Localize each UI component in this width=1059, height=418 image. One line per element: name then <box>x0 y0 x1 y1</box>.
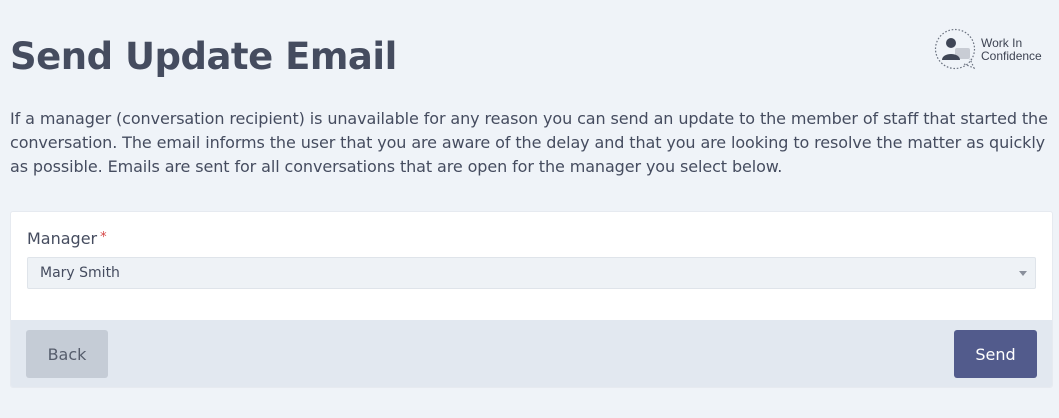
logo-text: Work In Confidence <box>981 37 1042 63</box>
manager-select[interactable]: Mary Smith <box>27 257 1036 289</box>
work-in-confidence-logo: Work In Confidence <box>934 28 1054 72</box>
manager-label-text: Manager <box>27 229 98 248</box>
page-description: If a manager (conversation recipient) is… <box>10 109 1048 176</box>
manager-field-label: Manager * <box>27 229 107 248</box>
form-card: Manager * Mary Smith Back Send <box>10 211 1053 388</box>
form-actions-bar: Back Send <box>11 320 1052 387</box>
logo-text-line-2: Confidence <box>981 49 1042 63</box>
person-speech-bubble-icon <box>934 28 976 70</box>
chevron-down-icon <box>1019 271 1027 276</box>
back-button[interactable]: Back <box>26 330 108 378</box>
required-marker: * <box>100 230 107 245</box>
manager-select-value: Mary Smith <box>40 265 120 281</box>
send-button[interactable]: Send <box>954 330 1037 378</box>
page-title: Send Update Email <box>10 35 397 78</box>
